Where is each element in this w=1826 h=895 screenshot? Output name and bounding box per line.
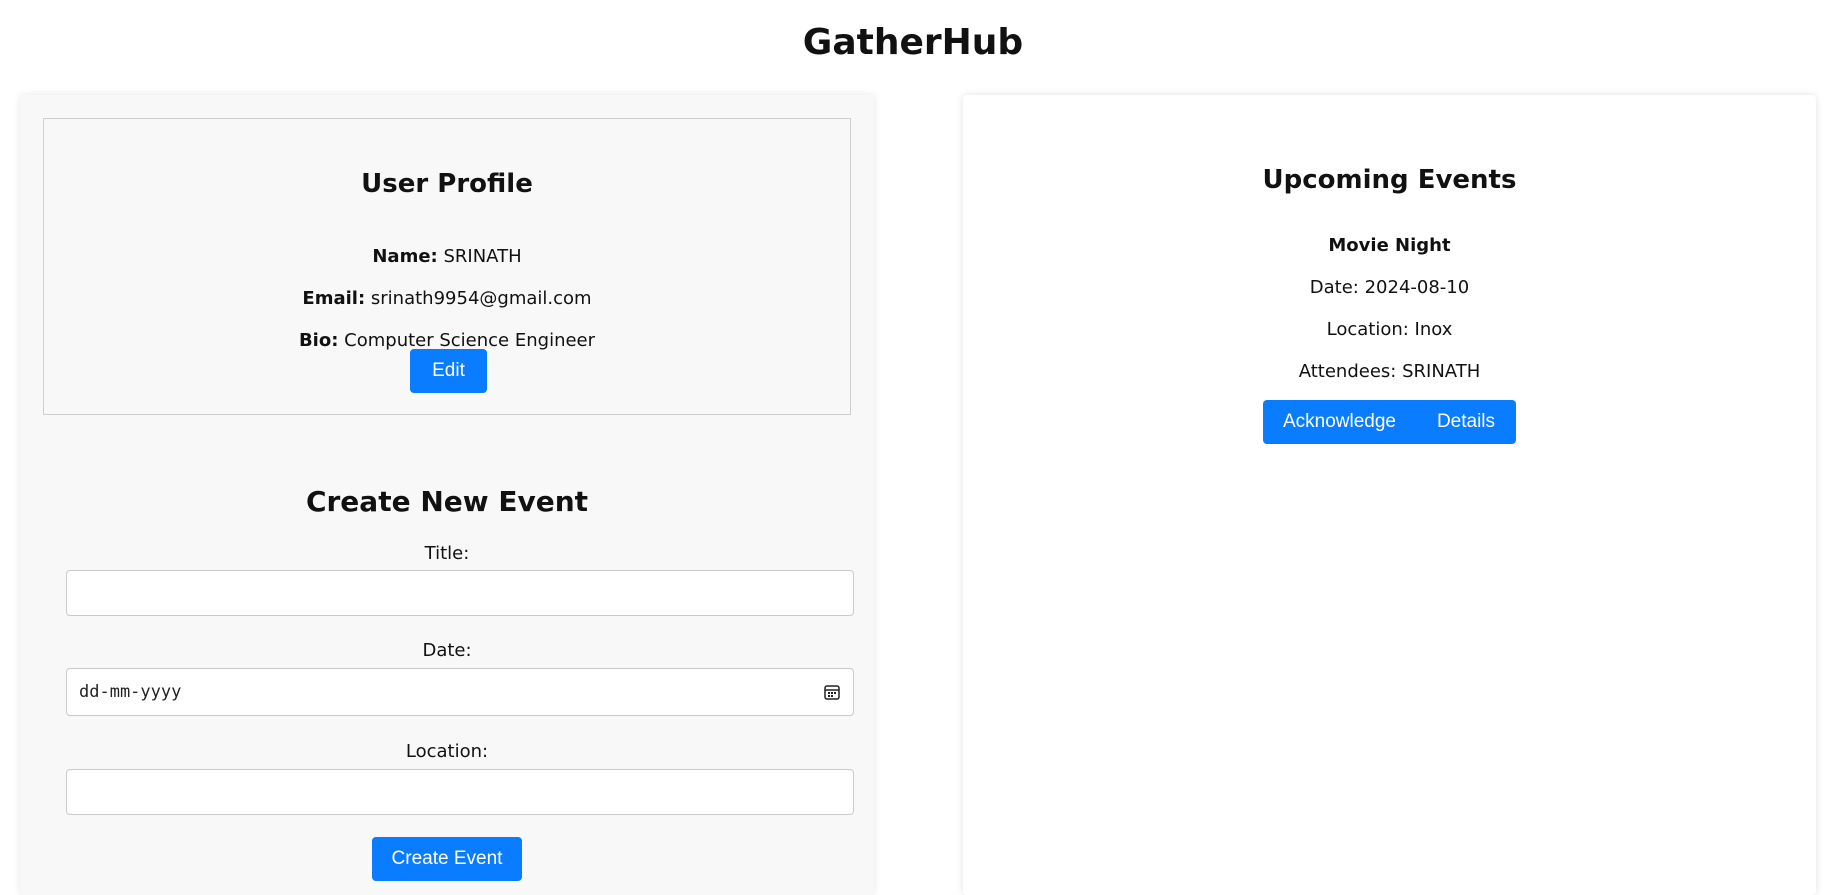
date-placeholder: dd-mm-yyyy bbox=[79, 682, 182, 702]
profile-bio-label: Bio: bbox=[298, 330, 339, 351]
event-title: Movie Night bbox=[1328, 235, 1451, 256]
date-label: Date: bbox=[422, 640, 472, 661]
left-panel: User Profile Name: SRINATH Email: srinat… bbox=[20, 95, 874, 895]
create-event-heading: Create New Event bbox=[305, 485, 589, 518]
profile-email-value: srinath9954@gmail.com bbox=[370, 288, 592, 309]
profile-heading: User Profile bbox=[361, 169, 533, 199]
profile-email: Email: srinath9954@gmail.com bbox=[44, 288, 850, 309]
location-input[interactable] bbox=[66, 769, 854, 815]
event-location: Location: Inox bbox=[1326, 319, 1453, 340]
create-event-button[interactable]: Create Event bbox=[372, 837, 522, 881]
right-panel: Upcoming Events Movie Night Date: 2024-0… bbox=[963, 95, 1816, 895]
details-button[interactable]: Details bbox=[1416, 400, 1516, 444]
event-actions: Acknowledge Details bbox=[1263, 400, 1516, 444]
location-label: Location: bbox=[405, 741, 489, 762]
profile-name-value: SRINATH bbox=[443, 246, 522, 267]
event-date: Date: 2024-08-10 bbox=[1309, 277, 1470, 298]
user-profile-card: User Profile Name: SRINATH Email: srinat… bbox=[43, 118, 851, 415]
event-attendees: Attendees: SRINATH bbox=[1298, 361, 1481, 382]
title-label: Title: bbox=[424, 543, 470, 564]
date-input[interactable]: dd-mm-yyyy bbox=[66, 668, 854, 716]
profile-email-label: Email: bbox=[302, 288, 366, 309]
profile-bio: Bio: Computer Science Engineer bbox=[44, 330, 850, 351]
app-title: GatherHub bbox=[802, 22, 1024, 63]
profile-name-label: Name: bbox=[372, 246, 438, 267]
upcoming-events-heading: Upcoming Events bbox=[1262, 165, 1517, 195]
edit-profile-button[interactable]: Edit bbox=[410, 349, 487, 393]
profile-bio-value: Computer Science Engineer bbox=[344, 330, 596, 351]
title-input[interactable] bbox=[66, 570, 854, 616]
acknowledge-button[interactable]: Acknowledge bbox=[1263, 400, 1416, 444]
profile-name: Name: SRINATH bbox=[44, 246, 850, 267]
calendar-icon[interactable] bbox=[823, 683, 841, 701]
